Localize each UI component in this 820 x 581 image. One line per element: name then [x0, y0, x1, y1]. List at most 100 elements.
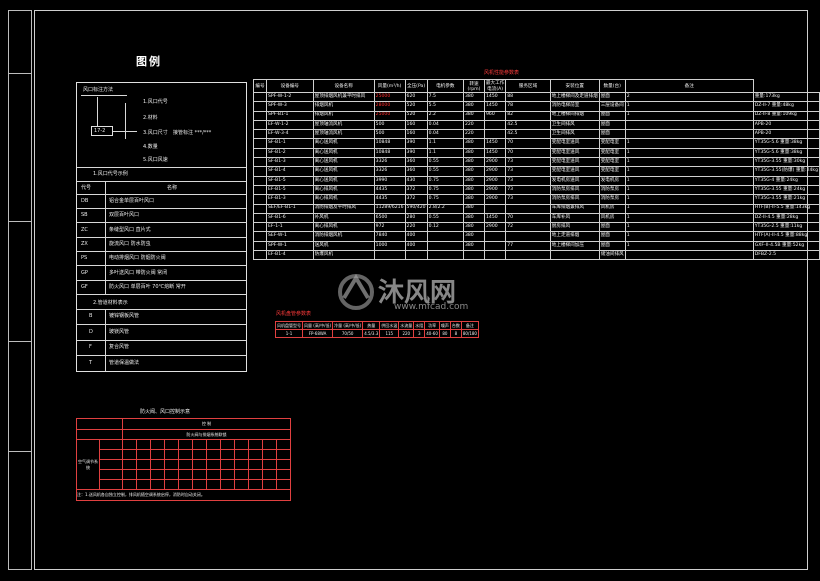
table-cell: 73	[505, 175, 551, 186]
table-cell: 380	[462, 101, 486, 112]
table-cell: 73	[505, 166, 551, 177]
table-cell: 400	[404, 231, 428, 242]
table-row: SF-B1-5 离心送风机 3990 430 0.75 380 2900 73 发电机房送风 发电…	[253, 175, 820, 186]
row-number	[253, 91, 267, 103]
table-row: SEF/EF-B1-1 消防排烟及平时排风 11289/6216 590/420 2.8…	[253, 203, 820, 214]
table-cell: 1	[624, 101, 754, 112]
table-cell	[483, 119, 507, 131]
table-cell: 4435	[373, 194, 406, 205]
table-cell: 1.1	[426, 138, 464, 149]
table-cell: 220	[462, 129, 486, 140]
table-row: EF-1-1 离心排风机 972 220 0.12 380 2900 72 厨房排风 屋面 1 YT3…	[253, 222, 820, 233]
table-cell: 10848	[373, 138, 406, 149]
table-cell: 1450	[483, 138, 507, 149]
table-cell: 变配电室送风	[549, 138, 600, 149]
fan-col-header: 热量	[362, 321, 381, 330]
name-header: 名称	[167, 185, 178, 191]
row-number	[253, 147, 267, 159]
row-number	[253, 129, 267, 140]
table-row: EF-B1-3 离心排风机 4435 372 0.75 380 2900 73 消防泵房排风 消防…	[253, 194, 820, 205]
table-cell: 82	[505, 110, 551, 121]
table-cell: 590/420	[404, 203, 428, 214]
table-cell: 1450	[483, 91, 507, 103]
row-number	[253, 119, 267, 131]
table-cell: 77	[505, 240, 551, 252]
table-cell: 160	[404, 129, 428, 140]
table-cell: 0.75	[426, 184, 464, 196]
table-cell: 离心送风机	[312, 138, 375, 149]
table-cell: 地上走道排烟	[549, 231, 600, 242]
table-cell: 1	[624, 194, 754, 205]
fan-col-header: 水阻	[413, 321, 426, 330]
table-cell: 0.75	[426, 194, 464, 205]
table-cell: 1	[624, 147, 754, 159]
table-cell: 离心排风机	[312, 194, 375, 205]
table-row: SEF-W-1 消防排烟风机 7840 400 380 地上走道排烟 屋面 1 HTF(A)-I…	[253, 231, 820, 242]
table-cell: 离心送风机	[312, 175, 375, 186]
col-header: 电机参数	[426, 79, 464, 93]
table-cell: 380	[462, 166, 486, 177]
table-cell	[426, 231, 464, 242]
fan-col-header: 噪声	[438, 321, 451, 330]
legend-item-1: 1.风口代号	[143, 99, 168, 105]
table-cell: 11289/6216	[373, 203, 406, 214]
table-cell: 离心送风机	[312, 147, 375, 159]
table-cell: 发电机房	[598, 175, 626, 186]
row-number	[253, 250, 267, 261]
table-cell: EF-B1-5	[266, 184, 314, 196]
table-cell: YT35G-3.55(防爆) 重量:24kg	[752, 166, 820, 177]
material-code: D	[89, 328, 93, 335]
table-cell: 离心排风机	[312, 184, 375, 196]
material-name: 镀锌钢板风管	[109, 313, 140, 319]
fan-cell: 80/180	[460, 329, 479, 338]
table-cell: SPF-B1-1	[266, 110, 314, 121]
table-cell: DZ-II-7 重量:48kg	[752, 101, 820, 112]
fan-col-header: 冷量 (高/中/低)	[332, 321, 364, 330]
table-cell: EF-W-3-4	[266, 129, 314, 140]
table-cell: 1450	[483, 147, 507, 159]
table-cell: 消防排烟及平时排风	[312, 203, 375, 214]
material-name: 玻镁风管	[109, 328, 130, 335]
code-header: 代号	[81, 185, 92, 191]
drawing-left-strip	[8, 10, 32, 570]
table-cell	[505, 231, 551, 242]
table-row: SF-B1-1 离心送风机 10848 390 1.1 380 1450 70 变配电室送风 变配…	[253, 138, 820, 149]
code-name: 条缝型风口 直片式	[109, 226, 151, 233]
table-cell: YT35G-3.55 重量:30kg	[752, 157, 820, 168]
col-header: 设备编号	[266, 79, 314, 93]
table-cell: 620	[404, 91, 428, 103]
table-cell	[505, 250, 551, 261]
table-cell: 73	[505, 194, 551, 205]
table-cell: 380	[462, 175, 486, 186]
control-matrix: 控 制 防火阀与排烟系统联锁 空气调节系统 注：1.送风机各自独立控制，排风机随…	[76, 418, 291, 501]
code-cell: PS	[81, 255, 88, 262]
table-cell: 10848	[373, 147, 406, 159]
table-cell: SEF/EF-B1-1	[266, 203, 314, 214]
table-cell: 风机房	[598, 203, 626, 214]
fan-coil-table: 风机盘管型号 风量 (高/中/低) 冷量 (高/中/低) 热量 供回水温 水流量 水阻 功率噪…	[275, 321, 479, 338]
table-cell	[483, 203, 507, 214]
fan-col-header: 风机盘管型号	[275, 321, 303, 330]
table-cell: 消防泵房	[598, 194, 626, 205]
fan-col-header: 风量 (高/中/低)	[301, 321, 334, 330]
table-cell: 380	[462, 91, 486, 103]
material-name: 复合风管	[109, 344, 130, 350]
fan-col-header: 供回水温	[379, 321, 400, 330]
fan-col-header: 功率	[424, 321, 440, 330]
table-cell: 送风机	[312, 240, 375, 252]
table-cell: EF-B1-3	[266, 194, 314, 205]
table-cell: 372	[404, 184, 428, 196]
table-cell: 500	[373, 119, 406, 131]
table-cell: 25000	[373, 91, 406, 103]
row-number	[253, 194, 267, 205]
table-cell: 5.5	[426, 101, 464, 112]
table-cell: 1	[624, 175, 754, 186]
table-cell: 73	[505, 157, 551, 168]
table-cell	[483, 240, 507, 252]
col-header: 转速(rpm)	[462, 79, 486, 93]
table-cell: YT35G-5.6 重量:38kg	[752, 138, 820, 149]
table-cell: 变配电室	[598, 147, 626, 159]
table-cell	[404, 250, 428, 261]
table-cell: 380	[462, 203, 486, 214]
col-header: 风量(m³/h)	[373, 79, 406, 93]
